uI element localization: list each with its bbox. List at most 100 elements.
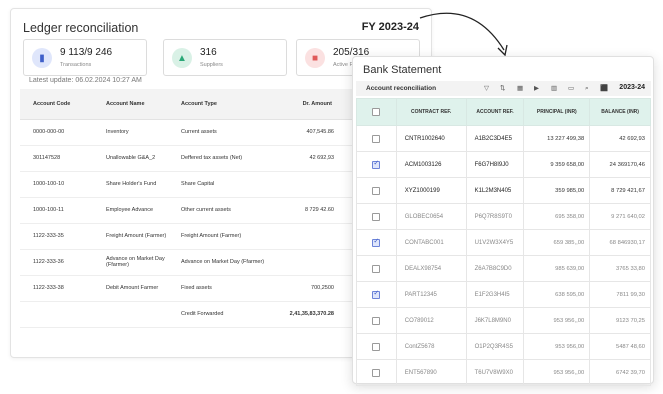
col-account-code[interactable]: Account Code [20,89,93,120]
cell-type: Other current assets [168,197,278,224]
cell-account-ref: O1P2Q3R4S5 [465,333,525,360]
cell-contract-ref: GLOBEC0654 [395,203,467,230]
search-icon[interactable]: ⌕ [585,85,589,92]
cell-balance: 24 369170,46 [589,151,651,178]
row-checkbox[interactable] [356,125,397,152]
row-checkbox[interactable] [356,229,397,256]
cell-balance: 3765 33,80 [589,255,651,282]
chart-icon[interactable]: ▥ [551,85,557,92]
cell-type: Fixed assets [168,275,278,302]
stat-suppliers[interactable]: ▲ 316 Suppliers [163,39,287,76]
col-account-ref[interactable]: ACCOUNT REF. [465,98,525,126]
cell-code: 1000-100-11 [20,197,93,224]
cell-contract-ref: CNTR1002640 [395,125,467,152]
cell-account-ref: U1V2W3X4Y5 [465,229,525,256]
cell-contract-ref: XYZ1000199 [395,177,467,204]
cell-name: Debit Amount Farmer [93,275,168,302]
cell-name: Freight Amount (Farmer) [93,223,168,250]
table-row[interactable]: PART12345E1F2G3H4I5638 595,007811 99,30 [356,281,651,308]
cell-principal: 695 358,00 [523,203,591,230]
cell-account-ref: K1L2M3N405 [465,177,525,204]
row-checkbox[interactable] [356,203,397,230]
bank-table: CONTRACT REF. ACCOUNT REF. PRINCIPAL (IN… [356,98,651,386]
table-row[interactable]: CONTABC001U1V2W3X4Y5659 385,,0068 846930… [356,229,651,256]
table-row[interactable]: CO789012 J6K7L8M9N0 953 956,,00 9123 70,25 [356,307,651,334]
col-account-name[interactable]: Account Name [93,89,168,120]
row-checkbox[interactable] [356,151,397,178]
bank-toolbar: Account reconciliation ▽ ⇅ ▦ ▶ ▥ ▭ ⌕ ⬛ 2… [356,81,651,96]
row-checkbox[interactable] [356,333,397,360]
stat-value: 316 [200,47,217,58]
ledger-title: Ledger reconciliation [23,21,139,35]
book-icon: ▮ [32,48,52,68]
cell-principal: 638 595,00 [523,281,591,308]
row-checkbox[interactable] [356,255,397,282]
table-row[interactable]: ContZ5678 O1P2Q3R4S5 953 956,00 5487 48,60 [356,333,651,360]
stat-transactions[interactable]: ▮ 9 113/9 246 Transactions [23,39,147,76]
cell-principal: 953 956,,00 [523,307,591,334]
cell-name: Advance on Market Day (Ffarmer) [93,249,168,276]
col-contract-ref[interactable]: CONTRACT REF. [395,98,467,126]
sort-icon[interactable]: ⇅ [500,85,505,92]
cell-code: 1122-333-35 [20,223,93,250]
cell-type: Current assets [168,119,278,146]
row-checkbox[interactable] [356,177,397,204]
cell-principal: 13 227 499,38 [523,125,591,152]
select-all-checkbox[interactable] [356,98,397,126]
cell-type: Advance on Market Day (Ffarmer) [168,249,278,276]
cell-balance: 9123 70,25 [589,307,651,334]
cell-principal: 953 956,,00 [523,359,591,386]
cell-name: Unallowable G&A_2 [93,145,168,172]
col-account-type[interactable]: Account Type [168,89,278,120]
cell-account-ref: P6Q7R8S9T0 [465,203,525,230]
cell-principal: 985 639,00 [523,255,591,282]
bank-year: 2023-24 [619,84,645,91]
cell-balance: 42 692,93 [589,125,651,152]
cell-type: Deffered tax assets (Net) [168,145,278,172]
cell-name [93,301,168,328]
folder-icon[interactable]: ▭ [568,85,574,92]
stat-label: Transactions [60,62,92,68]
cell-contract-ref: ContZ5678 [395,333,467,360]
minus-icon: ■ [305,48,325,68]
stat-value: 9 113/9 246 [60,47,113,58]
table-row[interactable]: ACM1003126F6G7H8I9J09 359 658,0024 36917… [356,151,651,178]
cell-principal: 9 359 658,00 [523,151,591,178]
cell-name: Share Holder's Fund [93,171,168,198]
cell-contract-ref: ACM1003126 [395,151,467,178]
cell-code: 1122-333-38 [20,275,93,302]
cell-balance: 7811 99,30 [589,281,651,308]
table-row[interactable]: XYZ1000199 K1L2M3N405 359 985,00 8 729 421,… [356,177,651,204]
cell-contract-ref: CONTABC001 [395,229,467,256]
bank-statement-card: Bank Statement Account reconciliation ▽ … [352,56,654,386]
cell-principal: 953 956,00 [523,333,591,360]
row-checkbox[interactable] [356,281,397,308]
stat-label: Suppliers [200,62,223,68]
bank-title: Bank Statement [363,64,442,76]
filter-icon[interactable]: ▽ [484,85,489,92]
table-row[interactable]: ENT567890 T6U7V8W9X0 953 956,,00 6742 39,70 [356,359,651,386]
row-checkbox[interactable] [356,359,397,386]
cell-contract-ref: ENT567890 [395,359,467,386]
cell-type: Share Capital [168,171,278,198]
table-row[interactable]: DEALX98754 Z6A7B8C9D0 985 639,00 3765 33,80 [356,255,651,282]
cell-contract-ref: DEALX98754 [395,255,467,282]
cell-code: 301147528 [20,145,93,172]
cell-account-ref: J6K7L8M9N0 [465,307,525,334]
calendar-icon[interactable]: ▦ [517,85,523,92]
cell-account-ref: E1F2G3H4I5 [465,281,525,308]
cell-balance: 9 271 640,02 [589,203,651,230]
cell-code: 0000-000-00 [20,119,93,146]
cell-account-ref: A1B2C3D4E5 [465,125,525,152]
col-principal[interactable]: PRINCIPAL (INR) [523,98,591,126]
table-row[interactable]: CNTR1002640 A1B2C3D4E5 13 227 499,38 42 692… [356,125,651,152]
download-icon[interactable]: ⬛ [600,85,608,92]
table-row[interactable]: GLOBEC0654 P6Q7R8S9T0 695 358,00 9 271 640,… [356,203,651,230]
cell-balance: 8 729 421,67 [589,177,651,204]
play-icon[interactable]: ▶ [534,85,539,92]
row-checkbox[interactable] [356,307,397,334]
col-balance[interactable]: BALANCE (INR) [589,98,651,126]
cell-balance: 5487 48,60 [589,333,651,360]
warning-icon: ▲ [172,48,192,68]
cell-balance: 6742 39,70 [589,359,651,386]
